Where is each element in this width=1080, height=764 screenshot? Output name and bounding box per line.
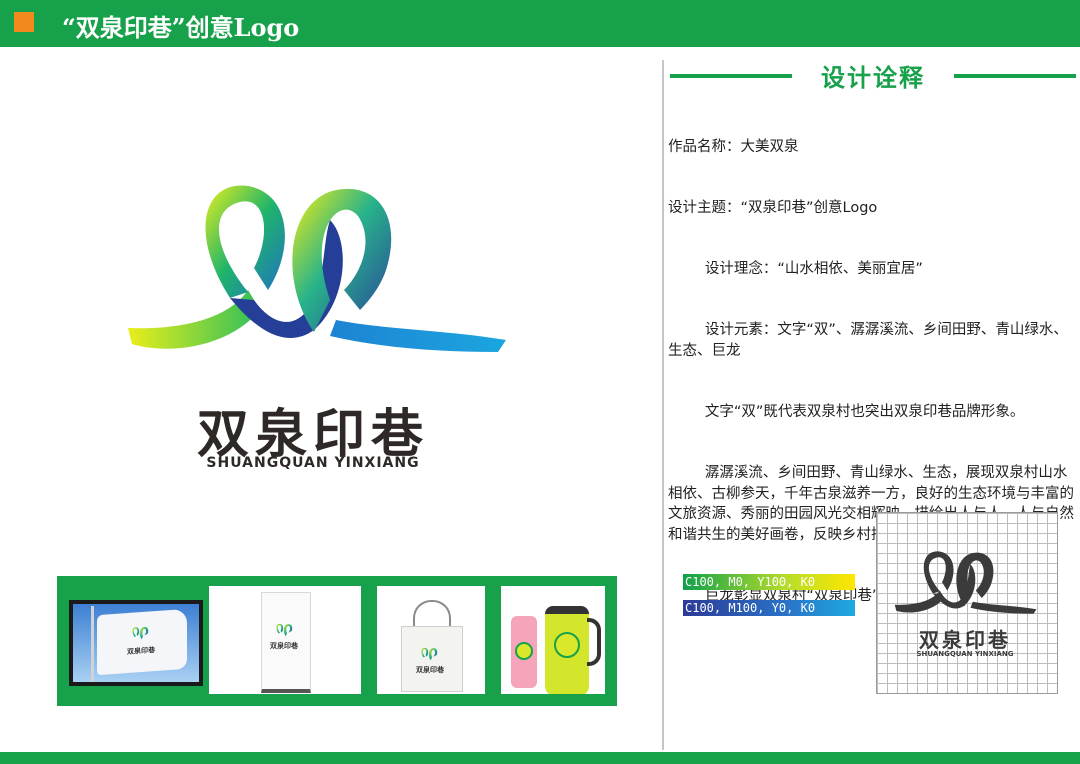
section-title-row: 设计诠释 xyxy=(670,58,1076,92)
flag-brand-text: 双泉印巷 xyxy=(127,646,155,657)
banner-brand-text: 双泉印巷 xyxy=(270,642,298,650)
main-logo-mark xyxy=(128,185,506,352)
left-loop-shape xyxy=(205,185,285,298)
logo-grid-box xyxy=(876,512,1058,694)
flag-mockup: 双泉印巷 xyxy=(69,600,203,686)
header-bar: “双泉印巷”创意Logo xyxy=(0,0,1080,47)
title-rule-left xyxy=(670,74,792,78)
pink-cup xyxy=(511,616,537,688)
desc-paragraph: 作品名称：大美双泉 xyxy=(668,138,799,155)
grid-logo-mark xyxy=(894,551,1037,614)
bag-logo-icon xyxy=(421,647,438,661)
title-rule-right xyxy=(954,74,1076,78)
flag-logo-icon xyxy=(132,626,149,640)
vertical-divider xyxy=(662,60,664,750)
banner-mockup: 双泉印巷 xyxy=(209,586,361,694)
banner-logo-icon xyxy=(276,623,293,637)
cup-kettle-mockup xyxy=(501,586,605,694)
left-tail-shape xyxy=(128,290,260,349)
bag-brand-text: 双泉印巷 xyxy=(416,666,444,674)
desc-paragraph: 文字“双”既代表双泉村也突出双泉印巷品牌形象。 xyxy=(668,404,1025,421)
page-title: “双泉印巷”创意Logo xyxy=(62,13,300,42)
color-swatch-green: C100, M0, Y100, K0 xyxy=(683,574,855,590)
right-tail-shape xyxy=(330,320,506,352)
color-swatch-blue: C100, M100, Y0, K0 xyxy=(683,600,855,616)
desc-paragraph: 设计主题：“双泉印巷”创意Logo xyxy=(668,200,878,217)
yellow-kettle xyxy=(545,606,589,694)
orange-square-icon xyxy=(14,12,34,32)
brand-name-english: SHUANGQUAN YINXIANG xyxy=(206,455,420,471)
desc-paragraph: 设计元素：文字“双”、潺潺溪流、乡间田野、青山绿水、生态、巨龙 xyxy=(668,322,1068,359)
grid-brand-chinese: 双泉印巷 xyxy=(919,628,1011,652)
desc-paragraph: 设计理念：“山水相依、美丽宜居” xyxy=(668,261,923,278)
application-strip: 双泉印巷 双泉印巷 双泉印巷 xyxy=(57,576,617,706)
section-title: 设计诠释 xyxy=(821,64,925,92)
tote-bag-mockup: 双泉印巷 xyxy=(377,586,485,694)
footer-bar xyxy=(0,752,1080,764)
grid-brand-english: SHUANGQUAN YINXIANG xyxy=(916,650,1014,658)
